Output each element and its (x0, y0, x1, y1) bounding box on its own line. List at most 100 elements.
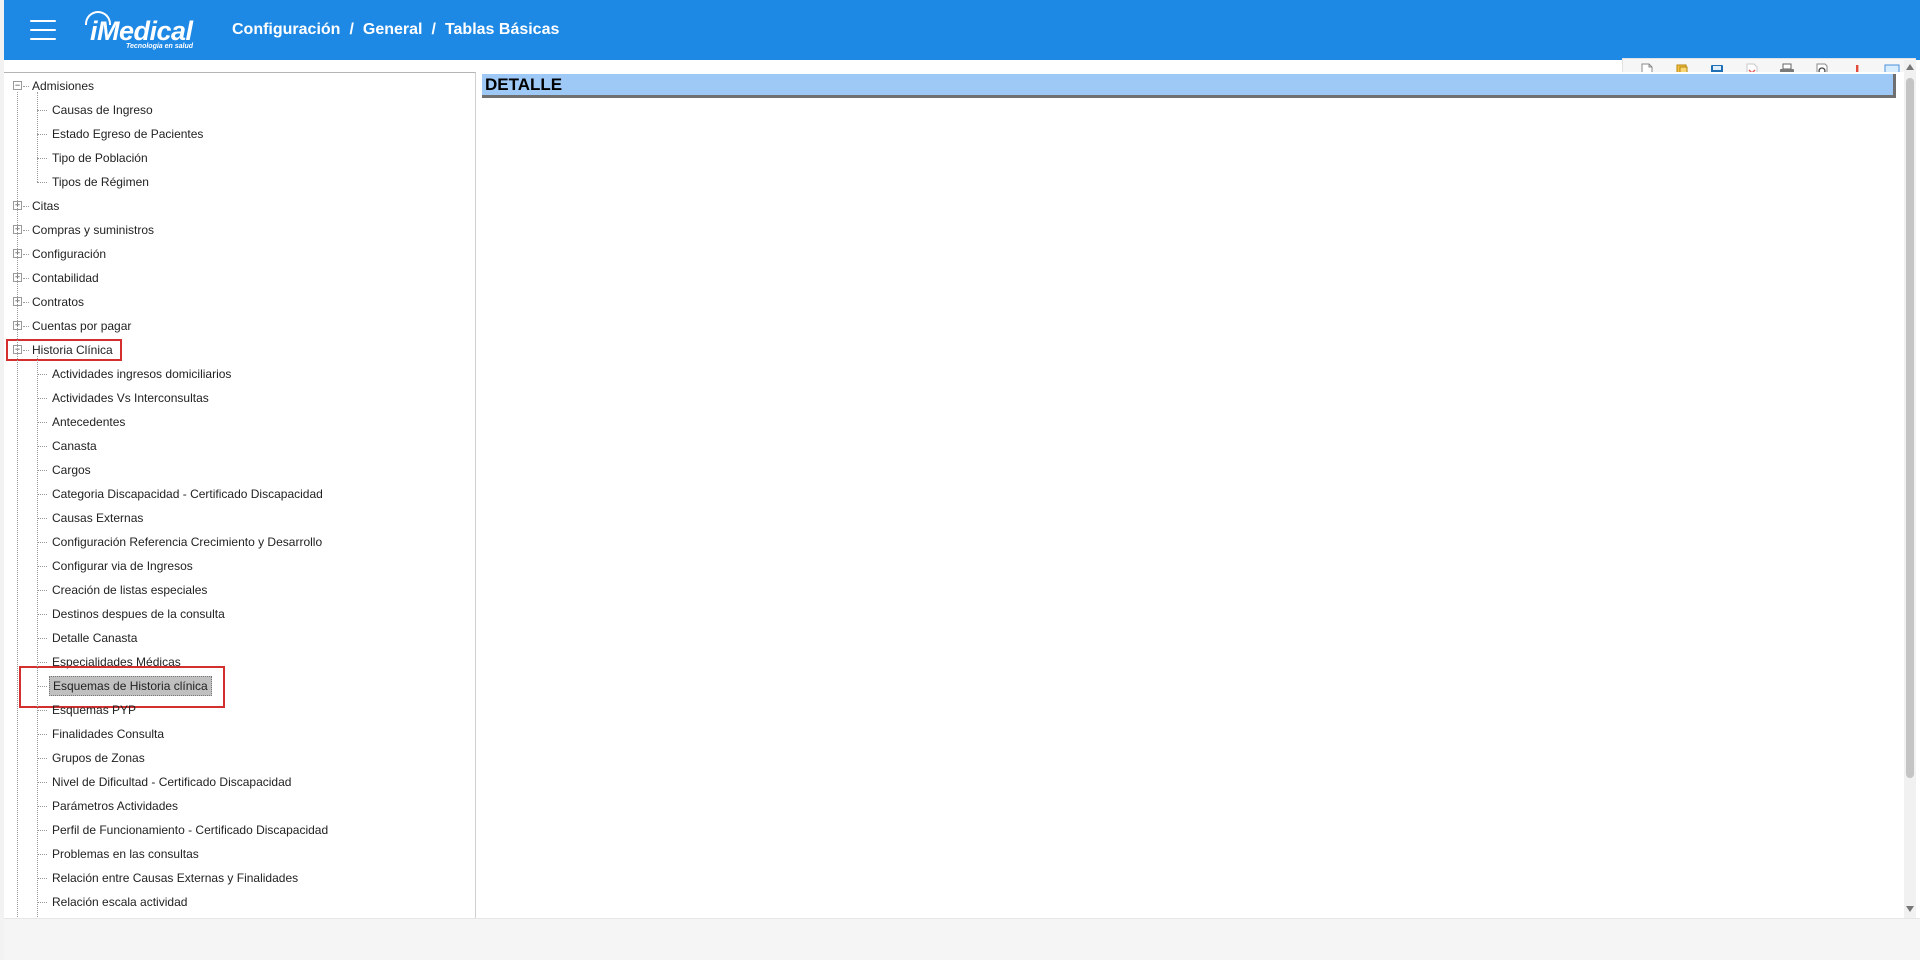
tree-item-row[interactable]: Detalle Canasta (49, 628, 140, 648)
tree-folder-row[interactable]: Compras y suministros (29, 220, 157, 240)
tree-item-label[interactable]: Parámetros Actividades (49, 797, 181, 815)
tree-item-label[interactable]: Canasta (49, 437, 100, 455)
tree-item-row[interactable]: Nivel de Dificultad - Certificado Discap… (49, 772, 294, 792)
tree-item-label[interactable]: Nivel de Dificultad - Certificado Discap… (49, 773, 294, 791)
tree-item-row[interactable]: Relación escala actividad (49, 892, 190, 912)
tree-folder-label[interactable]: Configuración (29, 245, 109, 263)
tree-item-label[interactable]: Relación escala actividad (49, 893, 190, 911)
tree-folder-label[interactable]: Contabilidad (29, 269, 102, 287)
tree-item-row[interactable]: Destinos despues de la consulta (49, 604, 228, 624)
tree-connector-line (37, 542, 47, 543)
tree-connector-line (23, 206, 29, 207)
tree-item-label[interactable]: Categoria Discapacidad - Certificado Dis… (49, 485, 326, 503)
tree-folder-label[interactable]: Admisiones (29, 77, 97, 95)
scroll-down-icon[interactable] (1906, 906, 1914, 912)
tree-item-row[interactable]: Creación de listas especiales (49, 580, 210, 600)
tree-item-row[interactable]: Configuración Referencia Crecimiento y D… (49, 532, 325, 552)
tree-item-label[interactable]: Configurar via de Ingresos (49, 557, 196, 575)
vertical-scrollbar[interactable] (1904, 60, 1916, 918)
tree-item-row[interactable]: Actividades Vs Interconsultas (49, 388, 212, 408)
tree-connector-line (23, 254, 29, 255)
tree-folder-row[interactable]: Citas (29, 196, 62, 216)
scroll-thumb[interactable] (1906, 78, 1914, 778)
tree-folder-row[interactable]: Cuentas por pagar (29, 316, 134, 336)
tree-item-label[interactable]: Relación entre Causas Externas y Finalid… (49, 869, 301, 887)
top-header: iMedical Tecnología en salud Configuraci… (4, 0, 1920, 60)
tree-item-row[interactable]: Actividades ingresos domiciliarios (49, 364, 234, 384)
tree-connector-line (37, 374, 47, 375)
tree-item-row[interactable]: Configurar via de Ingresos (49, 556, 196, 576)
tree-item-row[interactable]: Parámetros Actividades (49, 796, 181, 816)
detail-title: DETALLE (482, 74, 1896, 98)
tree-item-row[interactable]: Categoria Discapacidad - Certificado Dis… (49, 484, 326, 504)
tree-item-label[interactable]: Configuración Referencia Crecimiento y D… (49, 533, 325, 551)
tree-item-label[interactable]: Actividades Vs Interconsultas (49, 389, 212, 407)
tree-connector-line (37, 710, 47, 711)
tree-item-label[interactable]: Antecedentes (49, 413, 128, 431)
tree-connector-line (37, 830, 47, 831)
breadcrumb-item-configuracion[interactable]: Configuración (232, 21, 340, 39)
tree-connector-line (37, 158, 47, 159)
tree-connector-line (37, 134, 47, 135)
tree-connector-line (37, 518, 47, 519)
tree-connector-line (37, 662, 47, 663)
tree-item-label[interactable]: Destinos despues de la consulta (49, 605, 228, 623)
tree-connector-line (37, 878, 47, 879)
tree-item-row[interactable]: Relación entre Causas Externas y Finalid… (49, 868, 301, 888)
tree-folder-label[interactable]: Contratos (29, 293, 87, 311)
tree-item-label[interactable]: Tipo de Población (49, 149, 151, 167)
tree-item-label[interactable]: Cargos (49, 461, 94, 479)
tree-item-row[interactable]: Tipo de Población (49, 148, 151, 168)
logo-tagline: Tecnología en salud (126, 43, 194, 50)
tree-item-label[interactable]: Causas de Ingreso (49, 101, 156, 119)
scroll-up-icon[interactable] (1906, 64, 1914, 70)
tree-item-label[interactable]: Finalidades Consulta (49, 725, 167, 743)
tree-connector-line (37, 902, 47, 903)
tree-item-label[interactable]: Causas Externas (49, 509, 146, 527)
tree-item-label[interactable]: Actividades ingresos domiciliarios (49, 365, 234, 383)
tree-connector-line (37, 734, 47, 735)
tree-connector-line (37, 398, 47, 399)
tree-connector-line (23, 326, 29, 327)
tree-item-row[interactable]: Esquemas PYP (49, 700, 139, 720)
breadcrumb-item-general[interactable]: General (363, 21, 423, 39)
imedical-logo[interactable]: iMedical Tecnología en salud (80, 5, 210, 55)
collapse-icon[interactable]: − (13, 81, 22, 90)
hamburger-menu-icon[interactable] (30, 20, 56, 40)
tree-item-label[interactable]: Grupos de Zonas (49, 749, 148, 767)
tree-item-row[interactable]: Problemas en las consultas (49, 844, 202, 864)
breadcrumb-separator: / (349, 21, 354, 38)
tree-folder-row[interactable]: Contabilidad (29, 268, 102, 288)
tree-folder-row[interactable]: Admisiones (29, 76, 97, 96)
tree-item-row[interactable]: Antecedentes (49, 412, 128, 432)
tree-item-row[interactable]: Grupos de Zonas (49, 748, 148, 768)
tree-item-row[interactable]: Causas de Ingreso (49, 100, 156, 120)
tree-item-label[interactable]: Creación de listas especiales (49, 581, 210, 599)
tree-item-label[interactable]: Problemas en las consultas (49, 845, 202, 863)
tree-connector-line (37, 470, 47, 471)
tree-item-row[interactable]: Canasta (49, 436, 100, 456)
tree-folder-label[interactable]: Cuentas por pagar (29, 317, 134, 335)
tree-item-row[interactable]: Causas Externas (49, 508, 146, 528)
tree-item-row[interactable]: Tipos de Régimen (49, 172, 152, 192)
footer-bar (4, 918, 1920, 960)
tree-item-label[interactable]: Esquemas PYP (49, 701, 139, 719)
tree-item-row[interactable]: Finalidades Consulta (49, 724, 167, 744)
tree-item-label[interactable]: Tipos de Régimen (49, 173, 152, 191)
breadcrumb-item-tablas-basicas: Tablas Básicas (444, 21, 560, 38)
tree-connector-line (37, 806, 47, 807)
tree-item-label[interactable]: Estado Egreso de Pacientes (49, 125, 206, 143)
tree-connector-line (37, 782, 47, 783)
tree-folder-label[interactable]: Compras y suministros (29, 221, 157, 239)
tree-item-label[interactable]: Perfil de Funcionamiento - Certificado D… (49, 821, 331, 839)
tree-item-row[interactable]: Perfil de Funcionamiento - Certificado D… (49, 820, 331, 840)
tree-connector-line (17, 92, 18, 918)
tree-connector-line (23, 86, 29, 87)
tree-item-label[interactable]: Detalle Canasta (49, 629, 140, 647)
tree-connector-line (37, 854, 47, 855)
tree-item-row[interactable]: Cargos (49, 460, 94, 480)
tree-folder-row[interactable]: Contratos (29, 292, 87, 312)
tree-folder-label[interactable]: Citas (29, 197, 62, 215)
tree-item-row[interactable]: Estado Egreso de Pacientes (49, 124, 206, 144)
tree-folder-row[interactable]: Configuración (29, 244, 109, 264)
